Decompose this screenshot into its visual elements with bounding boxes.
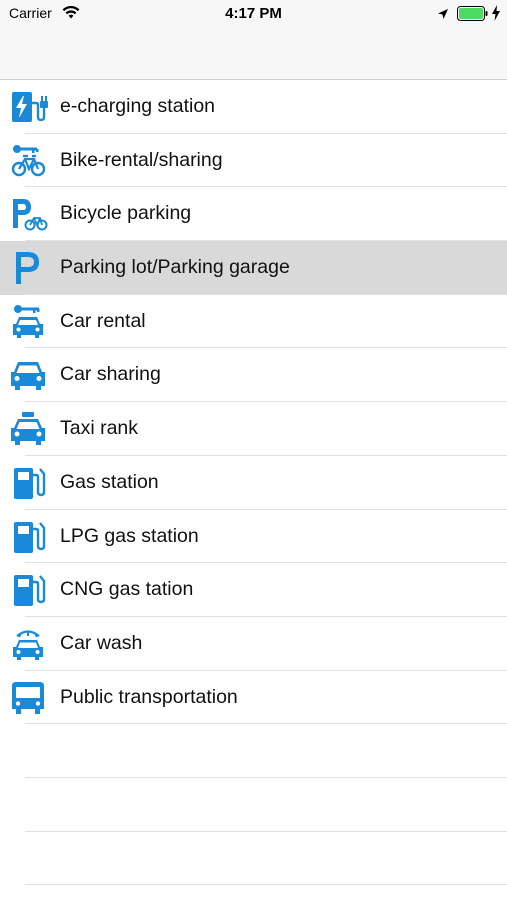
list-item-label: e-charging station — [60, 95, 216, 117]
list-item[interactable]: Bicycle parking — [0, 187, 507, 242]
lpg-gas-station-icon — [10, 519, 48, 555]
battery-icon — [457, 6, 489, 26]
list-item-label: Car wash — [60, 631, 143, 654]
list-item[interactable]: Parking lot/Parking garage — [0, 241, 507, 295]
poi-category-list: e-charging station Bike-rental/sharing B… — [0, 80, 507, 886]
e-charging-station-icon — [10, 89, 48, 125]
charging-bolt-icon — [491, 5, 501, 26]
list-item[interactable]: Bike-rental/sharing — [0, 134, 507, 188]
empty-row — [0, 832, 507, 886]
list-item-label: Parking lot/Parking garage — [60, 256, 290, 279]
list-item[interactable]: Car sharing — [0, 348, 507, 403]
gas-station-icon — [10, 465, 48, 501]
list-item-label: LPG gas station — [60, 524, 199, 547]
parking-icon — [10, 250, 48, 286]
list-item[interactable]: Gas station — [0, 456, 507, 510]
list-item[interactable]: Car rental — [0, 295, 507, 349]
status-bar: Carrier 4:17 PM — [0, 0, 507, 28]
list-item[interactable]: Public transportation — [0, 671, 507, 725]
list-item-label: Public transportation — [60, 685, 238, 708]
car-rental-icon — [10, 304, 48, 340]
list-item[interactable]: Taxi rank — [0, 402, 507, 456]
car-sharing-icon — [10, 357, 48, 393]
bicycle-parking-icon — [10, 196, 48, 232]
list-item[interactable]: e-charging station — [0, 80, 507, 134]
list-item[interactable]: Car wash — [0, 617, 507, 671]
row-separator — [25, 884, 507, 886]
list-item-label: Bike-rental/sharing — [60, 148, 223, 171]
list-item-label: Taxi rank — [60, 417, 139, 440]
bus-icon — [10, 680, 48, 716]
status-time: 4:17 PM — [225, 5, 282, 22]
location-arrow-icon — [437, 7, 449, 25]
list-item-label: Car sharing — [60, 363, 161, 386]
list-item-label: Car rental — [60, 309, 146, 332]
empty-row — [0, 778, 507, 832]
taxi-icon — [10, 411, 48, 447]
navigation-bar — [0, 28, 507, 80]
list-item-label: Gas station — [60, 470, 159, 493]
list-item-label: CNG gas tation — [60, 578, 194, 601]
list-item[interactable]: CNG gas tation — [0, 563, 507, 617]
empty-row — [0, 724, 507, 778]
bike-rental-icon — [10, 143, 48, 179]
car-wash-icon — [10, 626, 48, 662]
list-item-label: Bicycle parking — [60, 202, 192, 225]
cng-gas-station-icon — [10, 572, 48, 608]
list-item[interactable]: LPG gas station — [0, 510, 507, 564]
